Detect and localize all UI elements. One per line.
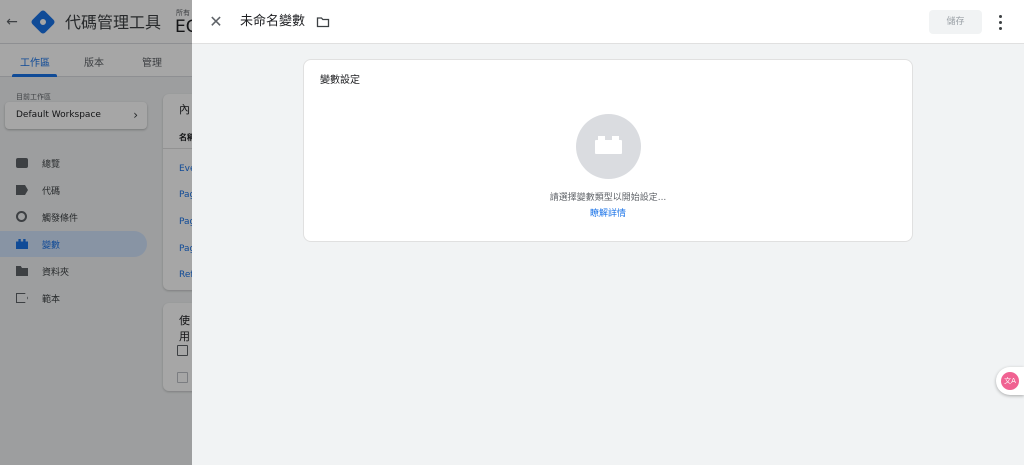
learn-more-link[interactable]: 瞭解詳情 <box>304 206 912 219</box>
translate-icon: 文A <box>1001 372 1019 390</box>
choose-type-hint: 請選擇變數類型以開始設定... <box>549 193 667 203</box>
close-icon[interactable]: ✕ <box>206 12 226 32</box>
panel-header: ✕ 未命名變數 儲存 <box>192 0 1024 44</box>
config-card-title: 變數設定 <box>320 75 360 86</box>
variable-config-card[interactable]: 變數設定 請選擇變數類型以開始設定... 瞭解詳情 <box>303 59 913 242</box>
translate-extension-button[interactable]: 文A <box>996 367 1024 395</box>
folder-icon[interactable] <box>316 15 330 29</box>
variable-editor-panel: ✕ 未命名變數 儲存 變數設定 請選擇變數類型以開始設定... 瞭解詳情 <box>192 0 1024 465</box>
variable-name-title[interactable]: 未命名變數 <box>240 12 305 32</box>
lego-block-icon[interactable] <box>576 114 641 179</box>
more-vert-icon[interactable] <box>992 11 1008 33</box>
save-button[interactable]: 儲存 <box>929 10 982 34</box>
